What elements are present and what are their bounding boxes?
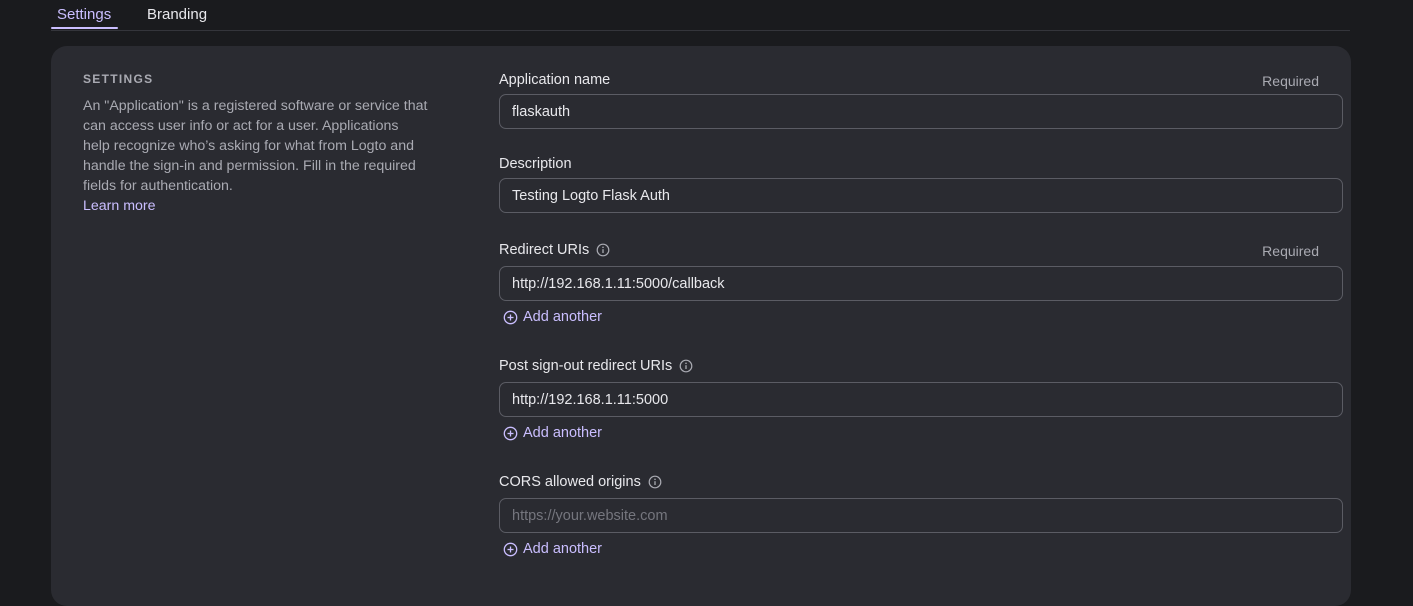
info-icon[interactable] <box>679 359 693 373</box>
post-signout-label: Post sign-out redirect URIs <box>499 358 693 374</box>
info-icon[interactable] <box>648 475 662 489</box>
tab-branding[interactable]: Branding <box>147 6 207 23</box>
section-title: SETTINGS <box>83 72 154 86</box>
cors-label-text: CORS allowed origins <box>499 474 641 490</box>
description-input[interactable] <box>499 178 1343 213</box>
description-text: An "Application" is a registered softwar… <box>83 98 428 194</box>
add-another-label: Add another <box>523 425 603 441</box>
plus-circle-icon <box>503 542 518 556</box>
description-label: Description <box>499 156 572 172</box>
description-label-text: Description <box>499 156 572 172</box>
redirect-uris-label-text: Redirect URIs <box>499 242 590 258</box>
app-name-label: Application name <box>499 72 610 88</box>
post-signout-label-text: Post sign-out redirect URIs <box>499 358 673 374</box>
learn-more-link[interactable]: Learn more <box>83 196 156 216</box>
app-name-required: Required <box>1262 73 1319 89</box>
cors-add-another-button[interactable]: Add another <box>503 541 602 557</box>
active-tab-indicator <box>51 27 118 29</box>
redirect-uri-input[interactable] <box>499 266 1343 301</box>
settings-card: SETTINGS An "Application" is a registere… <box>51 46 1351 606</box>
post-signout-add-another-button[interactable]: Add another <box>503 425 602 441</box>
cors-label: CORS allowed origins <box>499 474 662 490</box>
app-name-input[interactable] <box>499 94 1343 129</box>
redirect-uris-label: Redirect URIs <box>499 242 610 258</box>
tab-bar: Settings Branding <box>51 0 1350 31</box>
app-name-label-text: Application name <box>499 72 611 88</box>
info-icon[interactable] <box>596 243 610 257</box>
cors-origin-input[interactable] <box>499 498 1343 533</box>
add-another-label: Add another <box>523 309 603 325</box>
tab-settings[interactable]: Settings <box>57 6 111 23</box>
plus-circle-icon <box>503 426 518 440</box>
redirect-uris-required: Required <box>1262 243 1319 259</box>
add-another-label: Add another <box>523 541 603 557</box>
redirect-uris-add-another-button[interactable]: Add another <box>503 309 602 325</box>
section-description: An "Application" is a registered softwar… <box>83 96 428 216</box>
post-signout-uri-input[interactable] <box>499 382 1343 417</box>
plus-circle-icon <box>503 310 518 324</box>
